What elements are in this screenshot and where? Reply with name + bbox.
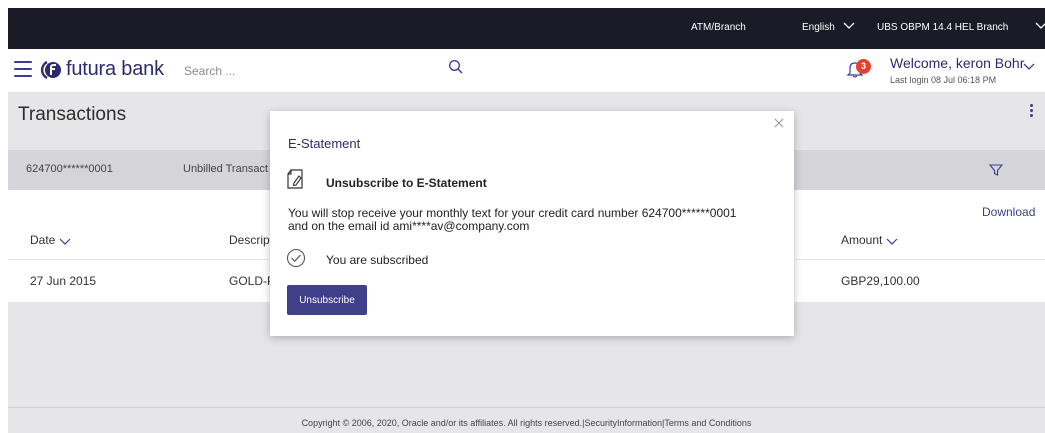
modal-title: E-Statement (288, 136, 361, 151)
footer-text[interactable]: Copyright © 2006, 2020, Oracle and/or it… (302, 418, 752, 428)
branch-selector[interactable]: UBS OBPM 14.4 HEL Branch (877, 22, 1008, 33)
download-link[interactable]: Download (982, 205, 1035, 219)
document-edit-icon (287, 169, 303, 189)
table-cell-date: 27 Jun 2015 (30, 274, 97, 288)
top-bar: ATM/Branch English UBS OBPM 14.4 HEL Bra… (8, 8, 1045, 49)
more-options-icon[interactable] (1030, 104, 1034, 120)
welcome-user[interactable]: Welcome, keron Bohr (890, 55, 1024, 71)
column-header-amount[interactable]: Amount (841, 233, 898, 247)
notification-badge: 3 (856, 59, 871, 74)
search-icon[interactable] (448, 59, 464, 75)
page-title: Transactions (18, 104, 127, 125)
column-header-description[interactable]: Descript (229, 233, 273, 247)
e-statement-modal: E-Statement Unsubscribe to E-Statement Y… (270, 111, 794, 336)
last-login-text: Last login 08 Jul 06:18 PM (890, 75, 997, 85)
atm-branch-link[interactable]: ATM/Branch (691, 22, 746, 33)
modal-message-line-2: and on the email id ami****av@company.co… (288, 219, 530, 233)
check-circle-icon (286, 248, 306, 268)
language-selector[interactable]: English (802, 22, 835, 33)
column-header-date[interactable]: Date (30, 233, 71, 247)
branch-chevron-down-icon[interactable] (1034, 18, 1045, 32)
account-number[interactable]: 624700******0001 (26, 163, 113, 175)
modal-subtitle: Unsubscribe to E-Statement (326, 176, 487, 190)
menu-icon[interactable] (14, 61, 32, 77)
bank-logo-icon (40, 60, 61, 80)
subscription-status: You are subscribed (326, 253, 429, 267)
tab-unbilled-transactions[interactable]: Unbilled Transact (183, 163, 268, 175)
column-header-amount-label: Amount (841, 233, 883, 247)
header: futura bank 3 Welcome, keron Bohr Last l… (8, 49, 1045, 93)
footer: Copyright © 2006, 2020, Oracle and/or it… (8, 407, 1045, 433)
sort-chevron-down-icon[interactable] (886, 236, 898, 246)
unsubscribe-button[interactable]: Unsubscribe (287, 285, 367, 315)
search-input[interactable] (184, 62, 454, 80)
user-menu-chevron-down-icon[interactable] (1022, 59, 1036, 73)
modal-message: You will stop receive your monthly text … (288, 207, 768, 233)
language-chevron-down-icon[interactable] (842, 18, 856, 32)
table-cell-amount: GBP29,100.00 (841, 274, 920, 288)
column-header-date-label: Date (30, 233, 56, 247)
bank-logo-text[interactable]: futura bank (66, 58, 164, 81)
close-icon[interactable] (773, 117, 785, 129)
table-cell-description[interactable]: GOLD-P (229, 274, 275, 288)
sort-chevron-down-icon[interactable] (59, 236, 71, 246)
filter-icon[interactable] (988, 162, 1004, 178)
